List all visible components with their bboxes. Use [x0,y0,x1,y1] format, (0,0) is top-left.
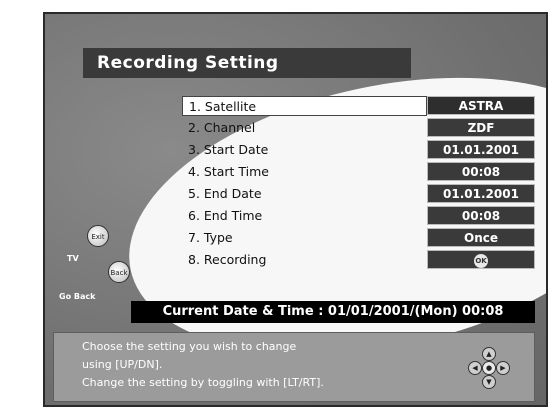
ok-center-icon: ● [482,361,496,375]
setting-label-recording[interactable]: 8. Recording [182,250,427,270]
page-title: Recording Setting [97,53,279,73]
help-box: Choose the setting you wish to change us… [53,332,535,402]
setting-value-channel[interactable]: ZDF [427,118,535,137]
down-arrow-icon: ▼ [482,375,496,389]
tv-label: TV [67,254,79,263]
right-arrow-icon: ▶ [496,361,510,375]
exit-button[interactable]: Exit [87,225,109,247]
left-arrow-icon: ◀ [468,361,482,375]
help-line-2: using [UP/DN]. [82,358,163,371]
setting-value-start-time[interactable]: 00:08 [427,162,535,181]
setting-label-end-date[interactable]: 5. End Date [182,184,427,204]
setting-value-recording[interactable]: OK [427,250,535,269]
current-datetime-bar: Current Date & Time : 01/01/2001/(Mon) 0… [131,301,535,323]
dpad-icon: ▲ ◀ ● ▶ ▼ [468,347,510,389]
ok-icon[interactable]: OK [474,253,488,268]
setting-value-end-date[interactable]: 01.01.2001 [427,184,535,203]
setting-value-type[interactable]: Once [427,228,535,247]
go-back-label: Go Back [59,292,96,301]
back-button[interactable]: Back [108,261,130,283]
setting-label-start-time[interactable]: 4. Start Time [182,162,427,182]
setting-label-channel[interactable]: 2. Channel [182,118,427,138]
up-arrow-icon: ▲ [482,347,496,361]
recording-setting-screen: Recording Setting 1. Satellite ASTRA 2. … [43,12,548,407]
setting-label-start-date[interactable]: 3. Start Date [182,140,427,160]
setting-value-start-date[interactable]: 01.01.2001 [427,140,535,159]
setting-label-satellite[interactable]: 1. Satellite [182,96,427,116]
setting-value-end-time[interactable]: 00:08 [427,206,535,225]
setting-value-satellite[interactable]: ASTRA [427,96,535,115]
setting-label-type[interactable]: 7. Type [182,228,427,248]
help-line-3: Change the setting by toggling with [LT/… [82,376,324,389]
screen: Recording Setting 1. Satellite ASTRA 2. … [0,0,559,413]
setting-label-end-time[interactable]: 6. End Time [182,206,427,226]
help-line-1: Choose the setting you wish to change [82,340,297,353]
